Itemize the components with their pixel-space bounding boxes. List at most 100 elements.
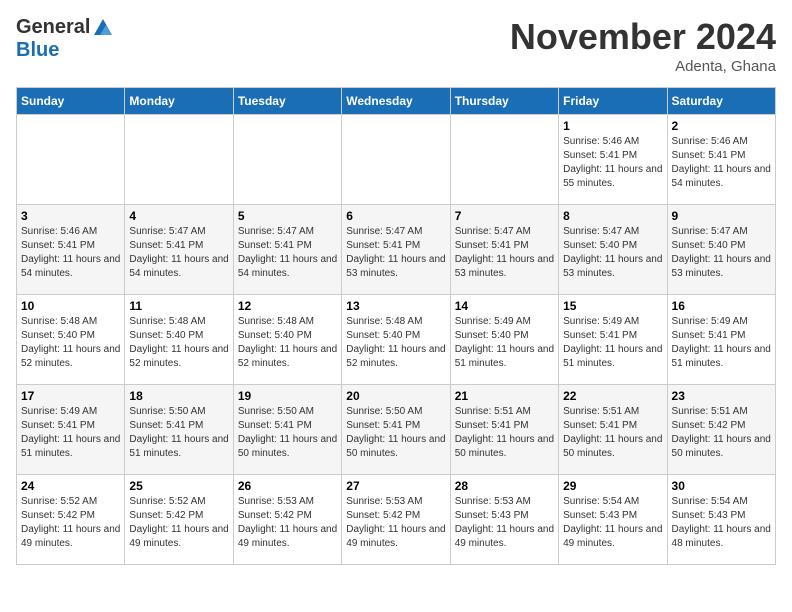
calendar-header-wednesday: Wednesday: [342, 88, 450, 115]
calendar-cell: 25Sunrise: 5:52 AM Sunset: 5:42 PM Dayli…: [125, 475, 233, 565]
day-info: Sunrise: 5:52 AM Sunset: 5:42 PM Dayligh…: [129, 495, 228, 551]
day-number: 1: [563, 119, 662, 133]
calendar-header-saturday: Saturday: [667, 88, 775, 115]
calendar-cell: 29 Sunrise: 5:54 AM Sunset: 5:43 PM Dayli…: [559, 475, 667, 565]
calendar-cell: 2Sunrise: 5:46 AM Sunset: 5:41 PM Daylig…: [667, 115, 775, 205]
day-info: Sunrise: 5:46 AM Sunset: 5:41 PM Dayligh…: [672, 135, 771, 191]
calendar-cell: 4 Sunrise: 5:47 AM Sunset: 5:41 PM Daylig…: [125, 205, 233, 295]
calendar-cell: 22 Sunrise: 5:51 AM Sunset: 5:41 PM Dayli…: [559, 385, 667, 475]
day-number: 6: [346, 209, 445, 223]
calendar-cell: 8Sunrise: 5:47 AM Sunset: 5:40 PM Daylig…: [559, 205, 667, 295]
day-info: Sunrise: 5:48 AM Sunset: 5:40 PM Dayligh…: [238, 315, 337, 371]
logo-blue-text: Blue: [16, 39, 59, 62]
day-info: Sunrise: 5:49 AM Sunset: 5:40 PM Dayligh…: [455, 315, 554, 371]
day-info: Sunrise: 5:48 AM Sunset: 5:40 PM Dayligh…: [346, 315, 445, 371]
day-number: 15: [563, 299, 662, 313]
logo-general-text: General: [16, 16, 90, 39]
day-number: 23: [672, 389, 771, 403]
calendar-cell: [342, 115, 450, 205]
day-info: Sunrise: 5:53 AM Sunset: 5:43 PM Dayligh…: [455, 495, 554, 551]
calendar-cell: 3 Sunrise: 5:46 AM Sunset: 5:41 PM Daylig…: [17, 205, 125, 295]
day-info: Sunrise: 5:47 AM Sunset: 5:41 PM Dayligh…: [455, 225, 554, 281]
day-info: Sunrise: 5:53 AM Sunset: 5:42 PM Dayligh…: [346, 495, 445, 551]
calendar-cell: 16 Sunrise: 5:49 AM Sunset: 5:41 PM Dayli…: [667, 295, 775, 385]
calendar-cell: 14 Sunrise: 5:49 AM Sunset: 5:40 PM Dayli…: [450, 295, 558, 385]
calendar-cell: 15 Sunrise: 5:49 AM Sunset: 5:41 PM Dayli…: [559, 295, 667, 385]
calendar-week-row: 24 Sunrise: 5:52 AM Sunset: 5:42 PM Dayli…: [17, 475, 776, 565]
month-title: November 2024: [510, 16, 776, 58]
day-info: Sunrise: 5:50 AM Sunset: 5:41 PM Dayligh…: [129, 405, 228, 461]
day-number: 21: [455, 389, 554, 403]
day-number: 4: [129, 209, 228, 223]
calendar-cell: [125, 115, 233, 205]
day-info: Sunrise: 5:54 AM Sunset: 5:43 PM Dayligh…: [563, 495, 662, 551]
calendar-cell: 6 Sunrise: 5:47 AM Sunset: 5:41 PM Daylig…: [342, 205, 450, 295]
calendar-table: SundayMondayTuesdayWednesdayThursdayFrid…: [16, 87, 776, 565]
day-number: 27: [346, 479, 445, 493]
day-number: 7: [455, 209, 554, 223]
day-info: Sunrise: 5:46 AM Sunset: 5:41 PM Dayligh…: [563, 135, 662, 191]
calendar-header-sunday: Sunday: [17, 88, 125, 115]
day-number: 22: [563, 389, 662, 403]
page-header: General Blue November 2024 Adenta, Ghana: [16, 16, 776, 75]
day-number: 30: [672, 479, 771, 493]
day-info: Sunrise: 5:53 AM Sunset: 5:42 PM Dayligh…: [238, 495, 337, 551]
calendar-cell: 20 Sunrise: 5:50 AM Sunset: 5:41 PM Dayli…: [342, 385, 450, 475]
logo-icon: [92, 17, 114, 39]
day-number: 5: [238, 209, 337, 223]
day-info: Sunrise: 5:51 AM Sunset: 5:41 PM Dayligh…: [455, 405, 554, 461]
calendar-header-tuesday: Tuesday: [233, 88, 341, 115]
day-number: 20: [346, 389, 445, 403]
day-info: Sunrise: 5:52 AM Sunset: 5:42 PM Dayligh…: [21, 495, 120, 551]
calendar-body: 1 Sunrise: 5:46 AM Sunset: 5:41 PM Daylig…: [17, 115, 776, 565]
calendar-cell: [17, 115, 125, 205]
day-number: 10: [21, 299, 120, 313]
day-info: Sunrise: 5:51 AM Sunset: 5:42 PM Dayligh…: [672, 405, 771, 461]
day-number: 17: [21, 389, 120, 403]
calendar-cell: 1 Sunrise: 5:46 AM Sunset: 5:41 PM Daylig…: [559, 115, 667, 205]
logo: General Blue: [16, 16, 114, 62]
calendar-cell: 10 Sunrise: 5:48 AM Sunset: 5:40 PM Dayli…: [17, 295, 125, 385]
calendar-cell: 12 Sunrise: 5:48 AM Sunset: 5:40 PM Dayli…: [233, 295, 341, 385]
calendar-cell: 23 Sunrise: 5:51 AM Sunset: 5:42 PM Dayli…: [667, 385, 775, 475]
day-number: 12: [238, 299, 337, 313]
day-number: 16: [672, 299, 771, 313]
calendar-week-row: 1 Sunrise: 5:46 AM Sunset: 5:41 PM Daylig…: [17, 115, 776, 205]
calendar-cell: 21 Sunrise: 5:51 AM Sunset: 5:41 PM Dayli…: [450, 385, 558, 475]
day-number: 9: [672, 209, 771, 223]
day-info: Sunrise: 5:51 AM Sunset: 5:41 PM Dayligh…: [563, 405, 662, 461]
calendar-cell: 17Sunrise: 5:49 AM Sunset: 5:41 PM Dayli…: [17, 385, 125, 475]
day-number: 14: [455, 299, 554, 313]
day-info: Sunrise: 5:48 AM Sunset: 5:40 PM Dayligh…: [21, 315, 120, 371]
day-info: Sunrise: 5:47 AM Sunset: 5:41 PM Dayligh…: [346, 225, 445, 281]
calendar-header-thursday: Thursday: [450, 88, 558, 115]
calendar-header-friday: Friday: [559, 88, 667, 115]
location-subtitle: Adenta, Ghana: [510, 58, 776, 75]
day-info: Sunrise: 5:47 AM Sunset: 5:41 PM Dayligh…: [238, 225, 337, 281]
calendar-cell: [233, 115, 341, 205]
day-info: Sunrise: 5:46 AM Sunset: 5:41 PM Dayligh…: [21, 225, 120, 281]
day-info: Sunrise: 5:48 AM Sunset: 5:40 PM Dayligh…: [129, 315, 228, 371]
day-info: Sunrise: 5:47 AM Sunset: 5:41 PM Dayligh…: [129, 225, 228, 281]
day-number: 28: [455, 479, 554, 493]
calendar-header-row: SundayMondayTuesdayWednesdayThursdayFrid…: [17, 88, 776, 115]
day-info: Sunrise: 5:50 AM Sunset: 5:41 PM Dayligh…: [346, 405, 445, 461]
calendar-cell: 18 Sunrise: 5:50 AM Sunset: 5:41 PM Dayli…: [125, 385, 233, 475]
day-number: 18: [129, 389, 228, 403]
day-info: Sunrise: 5:47 AM Sunset: 5:40 PM Dayligh…: [563, 225, 662, 281]
calendar-cell: 13Sunrise: 5:48 AM Sunset: 5:40 PM Dayli…: [342, 295, 450, 385]
calendar-week-row: 17Sunrise: 5:49 AM Sunset: 5:41 PM Dayli…: [17, 385, 776, 475]
day-number: 24: [21, 479, 120, 493]
calendar-week-row: 3 Sunrise: 5:46 AM Sunset: 5:41 PM Daylig…: [17, 205, 776, 295]
day-info: Sunrise: 5:49 AM Sunset: 5:41 PM Dayligh…: [672, 315, 771, 371]
title-block: November 2024 Adenta, Ghana: [510, 16, 776, 75]
day-number: 3: [21, 209, 120, 223]
day-info: Sunrise: 5:47 AM Sunset: 5:40 PM Dayligh…: [672, 225, 771, 281]
day-number: 19: [238, 389, 337, 403]
day-info: Sunrise: 5:54 AM Sunset: 5:43 PM Dayligh…: [672, 495, 771, 551]
day-info: Sunrise: 5:49 AM Sunset: 5:41 PM Dayligh…: [563, 315, 662, 371]
calendar-cell: 5 Sunrise: 5:47 AM Sunset: 5:41 PM Daylig…: [233, 205, 341, 295]
day-info: Sunrise: 5:50 AM Sunset: 5:41 PM Dayligh…: [238, 405, 337, 461]
day-number: 29: [563, 479, 662, 493]
calendar-cell: [450, 115, 558, 205]
